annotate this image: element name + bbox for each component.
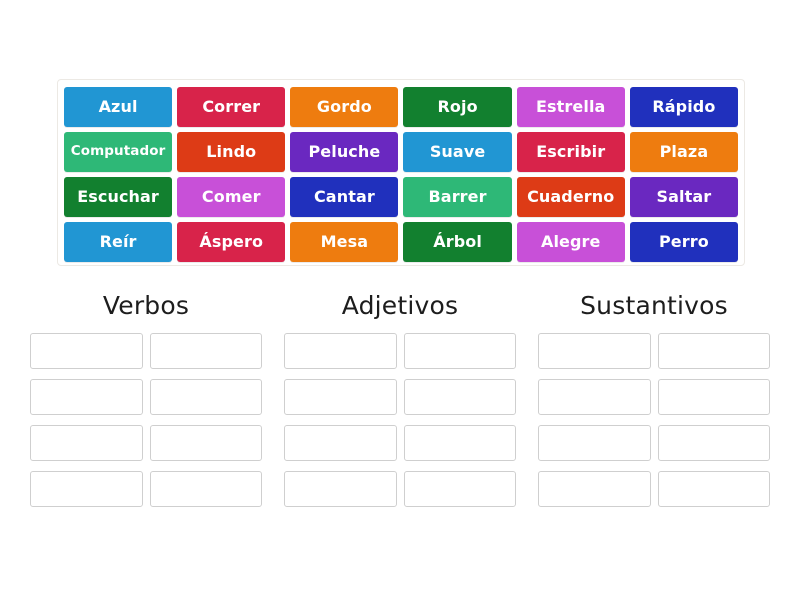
drop-slot-grid [284, 332, 516, 507]
drop-slot[interactable] [284, 332, 397, 369]
word-tile[interactable]: Peluche [290, 132, 399, 172]
category-title: Sustantivos [580, 291, 728, 320]
category-column: Verbos [30, 291, 262, 507]
word-tile[interactable]: Reír [64, 222, 173, 262]
drop-slot[interactable] [403, 424, 516, 461]
word-tile[interactable]: Mesa [290, 222, 399, 262]
drop-slot[interactable] [149, 424, 262, 461]
word-tile[interactable]: Lindo [177, 132, 286, 172]
drop-slot[interactable] [30, 470, 143, 507]
word-tile[interactable]: Escuchar [64, 177, 173, 217]
drop-slot[interactable] [538, 424, 651, 461]
word-tile[interactable]: Correr [177, 87, 286, 127]
drop-slot[interactable] [30, 378, 143, 415]
word-tile[interactable]: Barrer [403, 177, 512, 217]
word-tile[interactable]: Rojo [403, 87, 512, 127]
drop-slot[interactable] [284, 424, 397, 461]
categories-row: Verbos Adjetivos Sustantivos [30, 291, 770, 507]
drop-slot-grid [30, 332, 262, 507]
word-tile[interactable]: Áspero [177, 222, 286, 262]
drop-slot[interactable] [657, 470, 770, 507]
drop-slot[interactable] [538, 470, 651, 507]
drop-slot[interactable] [149, 378, 262, 415]
drop-slot[interactable] [657, 332, 770, 369]
drop-slot[interactable] [403, 332, 516, 369]
drop-slot-grid [538, 332, 770, 507]
drop-slot[interactable] [149, 332, 262, 369]
word-tile[interactable]: Perro [629, 222, 738, 262]
word-bank-panel: Azul Correr Gordo Rojo Estrella Rápido Computa… [57, 79, 745, 266]
group-sort-activity: Azul Correr Gordo Rojo Estrella Rápido Computa… [0, 0, 800, 600]
category-title: Verbos [102, 291, 190, 320]
word-tile[interactable]: Saltar [629, 177, 738, 217]
category-title: Adjetivos [341, 291, 459, 320]
drop-slot[interactable] [403, 378, 516, 415]
category-column: Sustantivos [538, 291, 770, 507]
drop-slot[interactable] [284, 378, 397, 415]
word-bank-grid: Azul Correr Gordo Rojo Estrella Rápido Computa… [64, 87, 738, 262]
drop-slot[interactable] [657, 424, 770, 461]
word-tile[interactable]: Gordo [290, 87, 399, 127]
drop-slot[interactable] [30, 332, 143, 369]
word-tile[interactable]: Suave [403, 132, 512, 172]
drop-slot[interactable] [538, 378, 651, 415]
word-tile[interactable]: Azul [64, 87, 173, 127]
drop-slot[interactable] [149, 470, 262, 507]
drop-slot[interactable] [30, 424, 143, 461]
word-tile[interactable]: Cantar [290, 177, 399, 217]
drop-slot[interactable] [657, 378, 770, 415]
word-tile[interactable]: Escribir [516, 132, 625, 172]
word-tile[interactable]: Comer [177, 177, 286, 217]
word-tile[interactable]: Árbol [403, 222, 512, 262]
word-tile[interactable]: Alegre [516, 222, 625, 262]
drop-slot[interactable] [284, 470, 397, 507]
drop-slot[interactable] [538, 332, 651, 369]
word-tile[interactable]: Cuaderno [516, 177, 625, 217]
category-column: Adjetivos [284, 291, 516, 507]
word-tile[interactable]: Computador [64, 132, 173, 172]
drop-slot[interactable] [403, 470, 516, 507]
word-tile[interactable]: Plaza [629, 132, 738, 172]
word-tile[interactable]: Estrella [516, 87, 625, 127]
word-tile[interactable]: Rápido [629, 87, 738, 127]
